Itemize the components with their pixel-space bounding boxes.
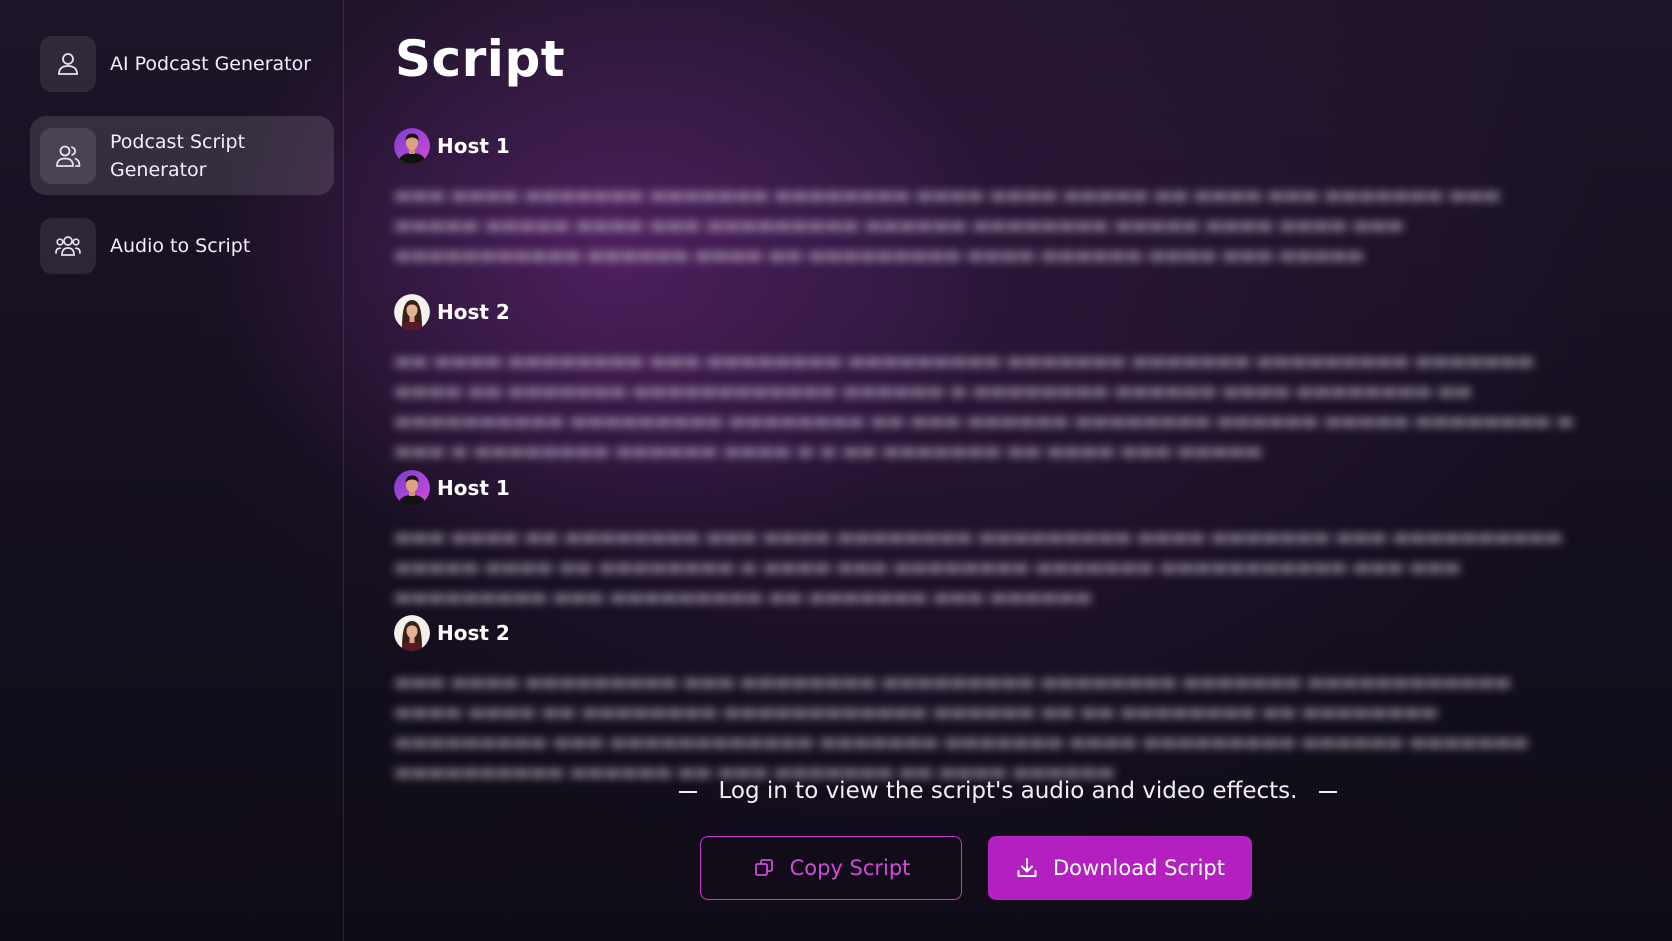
script-text-blurred: ▬▬▬ ▬▬▬▬ ▬▬▬▬▬▬▬▬▬ ▬▬▬ ▬▬▬▬▬▬▬▬ ▬▬▬▬▬▬▬▬… — [394, 668, 1574, 788]
script-entry: Host 1 ▬▬▬ ▬▬▬▬ ▬▬ ▬▬▬▬▬▬▬▬ ▬▬▬ ▬▬▬▬ ▬▬▬… — [394, 469, 1594, 613]
script-entry: Host 2 ▬▬ ▬▬▬▬ ▬▬▬▬▬▬▬▬ ▬▬▬ ▬▬▬▬▬▬▬▬ ▬▬▬… — [394, 293, 1594, 467]
download-script-button[interactable]: Download Script — [988, 836, 1252, 900]
main-content: Script Host 1 ▬▬▬ ▬▬▬▬ ▬▬▬▬▬▬▬ ▬▬▬▬▬▬▬ ▬… — [344, 0, 1672, 941]
blur-placeholder: ▬▬▬ ▬▬▬▬ ▬▬▬▬▬▬▬▬▬ ▬▬▬ ▬▬▬▬▬▬▬▬ ▬▬▬▬▬▬▬▬… — [394, 672, 1529, 783]
login-notice-text: Log in to view the script's audio and vi… — [718, 778, 1298, 804]
host-2-avatar — [394, 615, 430, 651]
script-text-blurred: ▬▬▬ ▬▬▬▬ ▬▬ ▬▬▬▬▬▬▬▬ ▬▬▬ ▬▬▬▬ ▬▬▬▬▬▬▬▬ ▬… — [394, 523, 1574, 613]
divider-dash — [1319, 790, 1338, 793]
copy-script-button[interactable]: Copy Script — [700, 836, 962, 900]
host-2-avatar — [394, 294, 430, 330]
app-window: AI Podcast Generator Podcast Script Gene… — [0, 0, 1672, 941]
blur-placeholder: ▬▬▬ ▬▬▬▬ ▬▬ ▬▬▬▬▬▬▬▬ ▬▬▬ ▬▬▬▬ ▬▬▬▬▬▬▬▬ ▬… — [394, 527, 1563, 608]
blur-placeholder: ▬▬▬ ▬▬▬▬ ▬▬▬▬▬▬▬ ▬▬▬▬▬▬▬ ▬▬▬▬▬▬▬▬ ▬▬▬▬ ▬… — [394, 185, 1501, 266]
page-title: Script — [395, 30, 566, 88]
sidebar-item-label: Audio to Script — [110, 235, 251, 257]
host-1-avatar — [394, 128, 430, 164]
sidebar: AI Podcast Generator Podcast Script Gene… — [0, 0, 344, 941]
sidebar-item-podcast-script-generator[interactable]: Podcast Script Generator — [30, 116, 334, 195]
divider-dash — [678, 790, 697, 793]
sidebar-item-audio-to-script[interactable]: Audio to Script — [30, 216, 334, 276]
sidebar-item-label: AI Podcast Generator — [110, 53, 312, 75]
users-icon — [40, 127, 96, 184]
script-text-blurred: ▬▬▬ ▬▬▬▬ ▬▬▬▬▬▬▬ ▬▬▬▬▬▬▬ ▬▬▬▬▬▬▬▬ ▬▬▬▬ ▬… — [394, 181, 1574, 271]
script-entry: Host 1 ▬▬▬ ▬▬▬▬ ▬▬▬▬▬▬▬ ▬▬▬▬▬▬▬ ▬▬▬▬▬▬▬▬… — [394, 127, 1594, 271]
download-icon — [1015, 856, 1039, 880]
speaker-name: Host 1 — [437, 134, 510, 158]
script-entry: Host 2 ▬▬▬ ▬▬▬▬ ▬▬▬▬▬▬▬▬▬ ▬▬▬ ▬▬▬▬▬▬▬▬ ▬… — [394, 614, 1594, 788]
script-text-blurred: ▬▬ ▬▬▬▬ ▬▬▬▬▬▬▬▬ ▬▬▬ ▬▬▬▬▬▬▬▬ ▬▬▬▬▬▬▬▬▬ … — [394, 347, 1574, 467]
sidebar-item-label: Podcast Script Generator — [110, 130, 246, 181]
login-notice: Log in to view the script's audio and vi… — [344, 778, 1672, 804]
user-icon — [40, 36, 96, 92]
speaker-name: Host 1 — [437, 476, 510, 500]
speaker-name: Host 2 — [437, 621, 510, 645]
blur-placeholder: ▬▬ ▬▬▬▬ ▬▬▬▬▬▬▬▬ ▬▬▬ ▬▬▬▬▬▬▬▬ ▬▬▬▬▬▬▬▬▬ … — [394, 351, 1574, 462]
host-1-avatar — [394, 470, 430, 506]
copy-icon — [752, 856, 776, 880]
user-group-icon — [40, 218, 96, 274]
speaker-name: Host 2 — [437, 300, 510, 324]
copy-script-label: Copy Script — [789, 856, 911, 880]
download-script-label: Download Script — [1053, 856, 1225, 880]
sidebar-item-ai-podcast-generator[interactable]: AI Podcast Generator — [30, 34, 334, 94]
